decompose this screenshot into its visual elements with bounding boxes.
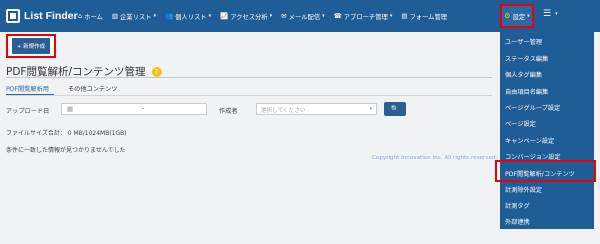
file-size-total: ファイルサイズ合計： 0 MB/1024MB(1GB)	[6, 130, 127, 137]
main-nav: ⌂ ホーム ▥ 企業リスト ▾ 👥 個人リスト ▾ 📈 アクセス分析 ▾ ✉ メ…	[78, 12, 456, 21]
tab-other-content[interactable]: その他コンテンツ	[68, 84, 118, 93]
nav-label: フォーム管理	[409, 13, 448, 21]
envelope-icon: ✉	[281, 12, 287, 20]
new-create-button[interactable]: + 新規作成	[11, 38, 51, 54]
settings-label: 設定	[512, 13, 526, 21]
chevron-down-icon: ▾	[322, 13, 325, 19]
chevron-down-icon: ▾	[153, 13, 156, 19]
menu-item-page-group-settings[interactable]: ページグループ設定	[505, 103, 560, 112]
menu-item-measurement-exclusion[interactable]: 計測除外設定	[505, 185, 542, 194]
nav-label: 企業リスト	[120, 13, 152, 21]
upload-date-range-input[interactable]: ▦ -	[61, 103, 207, 115]
tabs-divider	[6, 95, 492, 96]
pdf-content-highlight	[495, 160, 596, 182]
menu-item-measurement-tag[interactable]: 計測タグ	[505, 201, 530, 210]
home-icon: ⌂	[78, 12, 83, 20]
menu-item-individual-tag-edit[interactable]: 個人タグ編集	[505, 70, 542, 79]
chevron-down-icon: ▾	[369, 106, 372, 112]
chevron-down-icon: ▾	[269, 13, 273, 19]
nav-label: メール配信	[288, 13, 321, 21]
building-icon: ▥	[111, 12, 118, 20]
help-icon[interactable]: ?	[151, 66, 162, 77]
new-create-highlight: + 新規作成	[6, 34, 56, 58]
menu-item-page-settings[interactable]: ページ設定	[505, 119, 536, 128]
creator-placeholder: 選択してください	[261, 108, 306, 114]
phone-icon: ☎	[333, 12, 342, 20]
nav-label: アプローチ管理	[343, 13, 388, 21]
calendar-icon[interactable]: ▦	[67, 105, 73, 113]
menu-item-user-management[interactable]: ユーザー管理	[505, 37, 542, 46]
nav-form-management[interactable]: ▤ フォーム管理	[401, 12, 447, 21]
users-icon: 👥	[165, 12, 174, 20]
hamburger-icon: ☰	[543, 9, 552, 19]
nav-label: 個人リスト	[175, 13, 207, 21]
brand-name: List Finder	[24, 10, 78, 22]
line-chart-icon: 📈	[220, 12, 229, 20]
upload-date-label: アップロード日	[6, 108, 50, 115]
copyright-text: Copyright Innovation Inc. All rights res…	[372, 155, 498, 161]
settings-menu-button[interactable]: ⚙ 設定 ▾	[500, 4, 534, 28]
logo-icon	[6, 9, 20, 23]
nav-label: アクセス分析	[230, 13, 268, 21]
menu-item-status-edit[interactable]: ステータス編集	[505, 54, 548, 63]
menu-item-campaign-settings[interactable]: キャンペーン設定	[505, 136, 554, 145]
tab-pdf-analysis[interactable]: PDF閲覧解析用	[6, 84, 49, 93]
search-button[interactable]: 🔍	[384, 102, 406, 116]
nav-home[interactable]: ⌂ ホーム	[78, 12, 103, 21]
menu-item-external-integration[interactable]: 外部連携	[505, 217, 530, 226]
no-results-message: 条件に一致した情報が見つかりませんでした	[6, 147, 126, 154]
menu-item-free-field-name-edit[interactable]: 自由項目名編集	[505, 87, 548, 96]
date-separator: -	[142, 105, 145, 112]
chevron-down-icon: ▾	[208, 13, 212, 19]
nav-access-analysis[interactable]: 📈 アクセス分析 ▾	[220, 12, 272, 21]
nav-approach-management[interactable]: ☎ アプローチ管理 ▾	[334, 12, 393, 21]
form-icon: ▤	[401, 12, 408, 20]
nav-individual-list[interactable]: 👥 個人リスト ▾	[165, 12, 211, 21]
creator-select[interactable]: 選択してください ▾	[256, 103, 377, 115]
chevron-down-icon: ▾	[555, 11, 558, 17]
list-finder-logo[interactable]: List Finder	[6, 9, 78, 23]
nav-label: ホーム	[84, 13, 103, 21]
nav-company-list[interactable]: ▥ 企業リスト ▾	[112, 12, 156, 21]
hamburger-menu-button[interactable]: ☰ ▾	[543, 9, 558, 19]
settings-dropdown-menu: ユーザー管理 ステータス編集 個人タグ編集 自由項目名編集 ページグループ設定 …	[500, 31, 594, 229]
title-divider	[6, 77, 492, 78]
nav-mail-delivery[interactable]: ✉ メール配信 ▾	[281, 12, 324, 21]
gear-icon: ⚙	[504, 12, 511, 20]
search-icon: 🔍	[390, 105, 400, 113]
creator-label: 作成者	[219, 108, 238, 115]
chevron-down-icon: ▾	[389, 13, 393, 19]
chevron-down-icon: ▾	[527, 13, 530, 19]
